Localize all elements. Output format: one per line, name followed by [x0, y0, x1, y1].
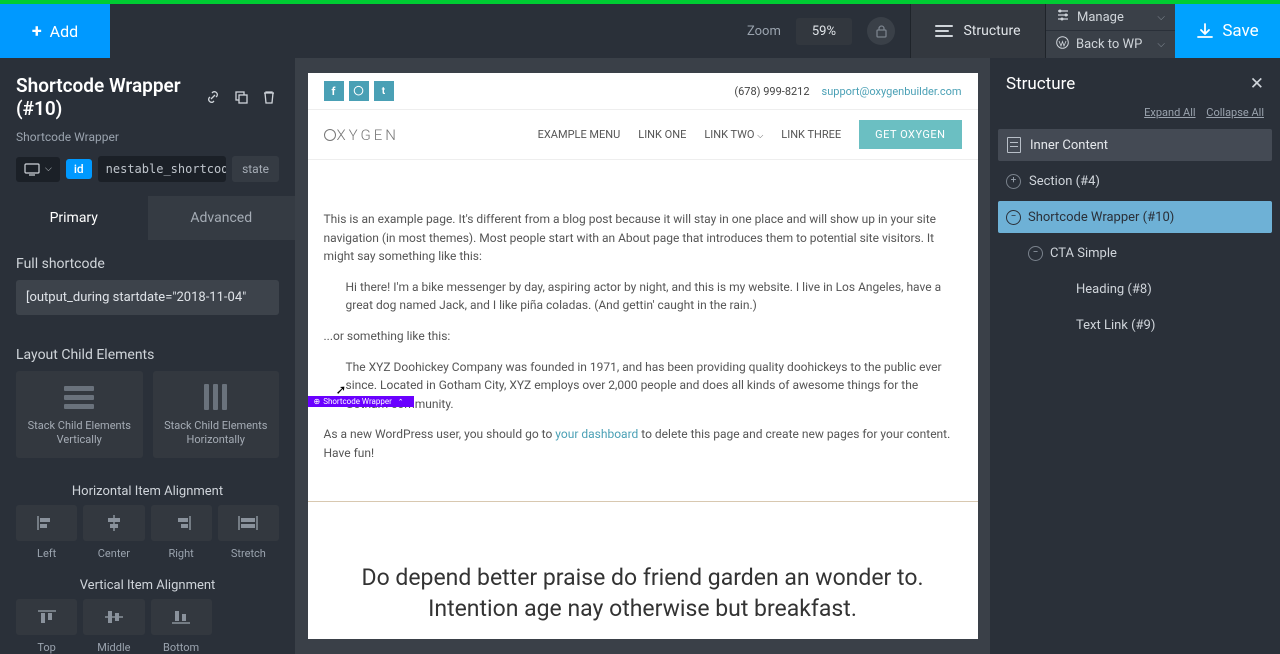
sliders-icon: [1056, 9, 1070, 25]
wordpress-icon: [1056, 36, 1069, 53]
link-icon[interactable]: [203, 87, 223, 107]
nav-item[interactable]: EXAMPLE MENU: [538, 128, 621, 141]
page-preview[interactable]: f ◯ t (678) 999-8212 support@oxygenbuild…: [308, 73, 978, 639]
zoom-value[interactable]: 59%: [796, 18, 852, 45]
properties-panel: Shortcode Wrapper (#10) Shortcode Wrappe…: [0, 58, 295, 654]
body-paragraph: ...or something like this:: [324, 327, 962, 346]
device-selector[interactable]: ⌵: [16, 157, 60, 182]
body-paragraph: This is an example page. It's different …: [324, 210, 962, 266]
chevron-down-icon: ⌵: [1157, 39, 1165, 50]
body-quote: Hi there! I'm a bike messenger by day, a…: [324, 278, 962, 315]
save-label: Save: [1222, 21, 1258, 41]
layout-section-label: Layout Child Elements: [0, 331, 295, 371]
align-left-button[interactable]: [16, 505, 77, 541]
stack-v-label: Stack Child Elements Vertically: [24, 419, 135, 448]
add-button[interactable]: + Add: [0, 4, 110, 58]
plus-icon: +: [32, 21, 42, 42]
structure-panel: Structure ✕ Expand All Collapse All Inne…: [990, 58, 1280, 654]
classname-field[interactable]: nestable_shortcod: [98, 156, 226, 182]
selection-title: Shortcode Wrapper (#10): [16, 74, 195, 120]
tree-item-heading[interactable]: Heading (#8): [998, 273, 1272, 305]
duplicate-icon[interactable]: [231, 87, 251, 107]
manage-button[interactable]: Manage ⌵: [1046, 4, 1175, 31]
cta-section[interactable]: Do depend better praise do friend garden…: [308, 502, 978, 639]
desktop-icon: [24, 163, 40, 176]
nav-item[interactable]: LINK THREE: [781, 128, 841, 141]
dashboard-link[interactable]: your dashboard: [555, 427, 638, 441]
collapse-icon[interactable]: −: [1028, 246, 1043, 261]
close-icon[interactable]: ✕: [1250, 74, 1264, 94]
phone-text: (678) 999-8212: [734, 85, 809, 98]
cta-heading[interactable]: Do depend better praise do friend garden…: [338, 562, 948, 624]
align-middle-button[interactable]: [83, 599, 144, 635]
tree-item-section[interactable]: + Section (#4): [998, 165, 1272, 197]
lock-icon[interactable]: [867, 17, 895, 45]
body-quote: The XYZ Doohickey Company was founded in…: [324, 358, 962, 414]
id-chip[interactable]: id: [66, 159, 92, 179]
chevron-down-icon: ⌵: [1157, 12, 1165, 23]
expand-all-link[interactable]: Expand All: [1144, 106, 1195, 119]
structure-tree: Inner Content + Section (#4) − Shortcode…: [990, 129, 1280, 341]
zoom-label: Zoom: [747, 24, 781, 39]
doc-icon: [1006, 137, 1022, 153]
align-center-button[interactable]: [83, 505, 144, 541]
tab-advanced[interactable]: Advanced: [148, 196, 296, 240]
align-bottom-button[interactable]: [151, 599, 212, 635]
save-icon: [1196, 22, 1214, 40]
selection-subtitle: Shortcode Wrapper: [0, 130, 295, 156]
stack-horizontal-button[interactable]: Stack Child Elements Horizontally: [153, 371, 280, 458]
tree-item-textlink[interactable]: Text Link (#9): [998, 309, 1272, 341]
add-label: Add: [50, 22, 78, 41]
nav-item[interactable]: LINK TWO ⌵: [704, 128, 763, 141]
email-link[interactable]: support@oxygenbuilder.com: [822, 85, 962, 98]
twitter-icon[interactable]: t: [374, 81, 394, 101]
collapse-all-link[interactable]: Collapse All: [1206, 106, 1264, 119]
manage-label: Manage: [1077, 10, 1124, 25]
shortcode-input[interactable]: [16, 280, 279, 315]
align-right-button[interactable]: [151, 505, 212, 541]
tree-item-cta-simple[interactable]: − CTA Simple: [998, 237, 1272, 269]
align-stretch-button[interactable]: [218, 505, 279, 541]
structure-button[interactable]: Structure: [910, 4, 1045, 58]
canvas-area[interactable]: f ◯ t (678) 999-8212 support@oxygenbuild…: [295, 58, 990, 654]
stack-h-label: Stack Child Elements Horizontally: [161, 419, 272, 448]
logo[interactable]: XYGEN: [324, 126, 399, 144]
topbar: + Add Zoom 59% Structure Manage ⌵ Back t…: [0, 4, 1280, 58]
align-top-button[interactable]: [16, 599, 77, 635]
shortcode-section-label: Full shortcode: [0, 240, 295, 280]
tree-item-shortcode-wrapper[interactable]: − Shortcode Wrapper (#10): [998, 201, 1272, 233]
stack-vertical-button[interactable]: Stack Child Elements Vertically: [16, 371, 143, 458]
get-oxygen-button[interactable]: GET OXYGEN: [859, 120, 961, 149]
element-tag[interactable]: ⊕Shortcode Wrapper⌃: [308, 396, 414, 407]
tree-item-inner-content[interactable]: Inner Content: [998, 129, 1272, 161]
back-label: Back to WP: [1076, 37, 1142, 52]
chevron-down-icon: ⌵: [45, 164, 52, 174]
chevron-down-icon: ⌵: [757, 131, 763, 140]
nav-item[interactable]: LINK ONE: [638, 128, 686, 141]
back-to-wp-button[interactable]: Back to WP ⌵: [1046, 31, 1175, 58]
hamburger-icon: [935, 25, 953, 37]
facebook-icon[interactable]: f: [324, 81, 344, 101]
v-align-label: Vertical Item Alignment: [0, 566, 295, 599]
h-align-label: Horizontal Item Alignment: [0, 472, 295, 505]
structure-title: Structure: [1006, 74, 1250, 94]
expand-icon[interactable]: +: [1006, 174, 1021, 189]
collapse-icon[interactable]: −: [1006, 210, 1021, 225]
tab-primary[interactable]: Primary: [0, 196, 148, 240]
instagram-icon[interactable]: ◯: [349, 81, 369, 101]
trash-icon[interactable]: [259, 87, 279, 107]
body-paragraph: As a new WordPress user, you should go t…: [324, 425, 962, 462]
save-button[interactable]: Save: [1175, 4, 1280, 58]
structure-label: Structure: [963, 23, 1020, 39]
state-selector[interactable]: state: [232, 156, 279, 182]
